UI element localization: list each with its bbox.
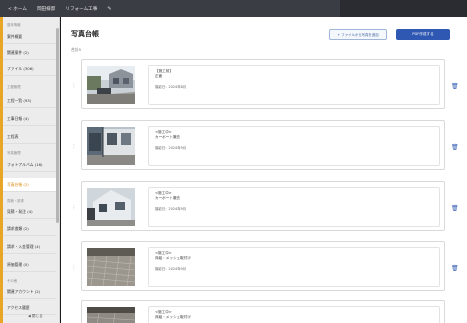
trash-icon[interactable]: 🗑 — [451, 83, 459, 90]
page-title: 写真台帳 — [71, 30, 99, 38]
sidebar-item-photo-ledger[interactable]: 写真台帳 (2) — [3, 178, 56, 192]
sidebar-item-accounts[interactable]: 関連アカウント (2) — [3, 285, 56, 299]
sidebar-item-process-list[interactable]: 工程一覧 (93) — [3, 94, 56, 108]
photo-card: 【施工前】 正面 撮影日：2024年8月 — [81, 59, 445, 109]
sidebar-section-other: その他 — [7, 279, 18, 283]
sidebar-section-basic: 基本情報 — [7, 23, 21, 27]
photo-caption-box[interactable]: <施工中> 床組・メッシュ取付け 撮影日：2024年9月 — [148, 247, 440, 287]
photo-caption-box[interactable]: 【施工前】 正面 撮影日：2024年8月 — [148, 65, 440, 105]
photo-card: <施工中> カーポート撤去 撮影日：2024年9月 — [81, 181, 445, 231]
drag-handle-icon[interactable]: ⋮ — [71, 205, 77, 211]
drag-handle-icon[interactable]: ⋮ — [71, 144, 77, 150]
drag-handle-icon[interactable]: ⋮ — [71, 83, 77, 89]
back-link[interactable]: < ホーム — [8, 6, 27, 12]
sidebar-item-cost[interactable]: 原価管理 (0) — [3, 258, 56, 272]
sidebar-scrollbar[interactable] — [56, 28, 59, 223]
photo-thumbnail[interactable] — [87, 127, 135, 165]
trash-icon[interactable]: 🗑 — [451, 205, 459, 212]
sidebar-section-schedule: 工程管理 — [7, 85, 21, 89]
photo-card: <施工中> 床組・メッシュ取付け 撮影日：2024年9月 — [81, 241, 445, 291]
photo-caption-box[interactable]: <施工中> カーポート撤去 撮影日：2024年9月 — [148, 126, 440, 166]
sidebar-item-payment[interactable]: 請求・入金管理 (4) — [3, 240, 56, 254]
photo-thumbnail[interactable] — [87, 188, 135, 226]
sidebar-section-photo: 写真管理 — [7, 151, 21, 155]
photo-thumbnail[interactable] — [87, 248, 135, 286]
trash-icon[interactable]: 🗑 — [451, 265, 459, 272]
sidebar-item-overview[interactable]: 案件概要 — [3, 30, 56, 44]
photo-caption-box[interactable]: <施工中> 床組・メッシュ取付け — [148, 306, 440, 323]
photo-thumbnail[interactable] — [87, 307, 135, 323]
sidebar-section-estimate: 見積・請求 — [7, 199, 24, 203]
create-pdf-button[interactable]: PDF作成する — [396, 29, 450, 40]
client-name: 岡田様邸 — [36, 6, 56, 12]
photo-caption-box[interactable]: <施工中> カーポート撤去 撮影日：2024年9月 — [148, 187, 440, 227]
main-content: 写真台帳 合計5 + ファイルから写真を追加 PDF作成する 【施工前】 正面 … — [61, 17, 467, 323]
photo-card: <施工中> カーポート撤去 撮影日：2024年9月 — [81, 120, 445, 170]
drag-handle-icon[interactable]: ⋮ — [71, 265, 77, 271]
photo-thumbnail[interactable] — [87, 66, 135, 104]
photo-card: <施工中> 床組・メッシュ取付け — [81, 300, 445, 323]
sidebar-item-related[interactable]: 関連案件 (2) — [3, 46, 56, 60]
sidebar-collapse-button[interactable]: ◀ 閉じる — [28, 314, 43, 319]
sidebar-item-files[interactable]: ファイル (306) — [3, 62, 56, 76]
header-right-area — [340, 0, 467, 17]
pencil-icon[interactable]: ✎ — [107, 6, 111, 12]
item-count: 合計5 — [71, 47, 82, 52]
project-name: リフォーム工事 — [65, 6, 98, 12]
sidebar-item-photo-album[interactable]: フォトアルバム (16) — [3, 158, 56, 172]
sidebar-item-daily-report[interactable]: 工事日報 (4) — [3, 112, 56, 126]
add-from-file-button[interactable]: + ファイルから写真を追加 — [329, 29, 387, 40]
trash-icon[interactable]: 🗑 — [451, 144, 459, 151]
sidebar-item-estimate-order[interactable]: 見積・発注 (4) — [3, 205, 56, 219]
sidebar-item-billing-docs[interactable]: 請求書類 (2) — [3, 222, 56, 236]
sidebar-item-access-log[interactable]: アクセス履歴 — [3, 301, 56, 315]
sidebar-item-schedule-chart[interactable]: 工程表 — [3, 130, 56, 144]
